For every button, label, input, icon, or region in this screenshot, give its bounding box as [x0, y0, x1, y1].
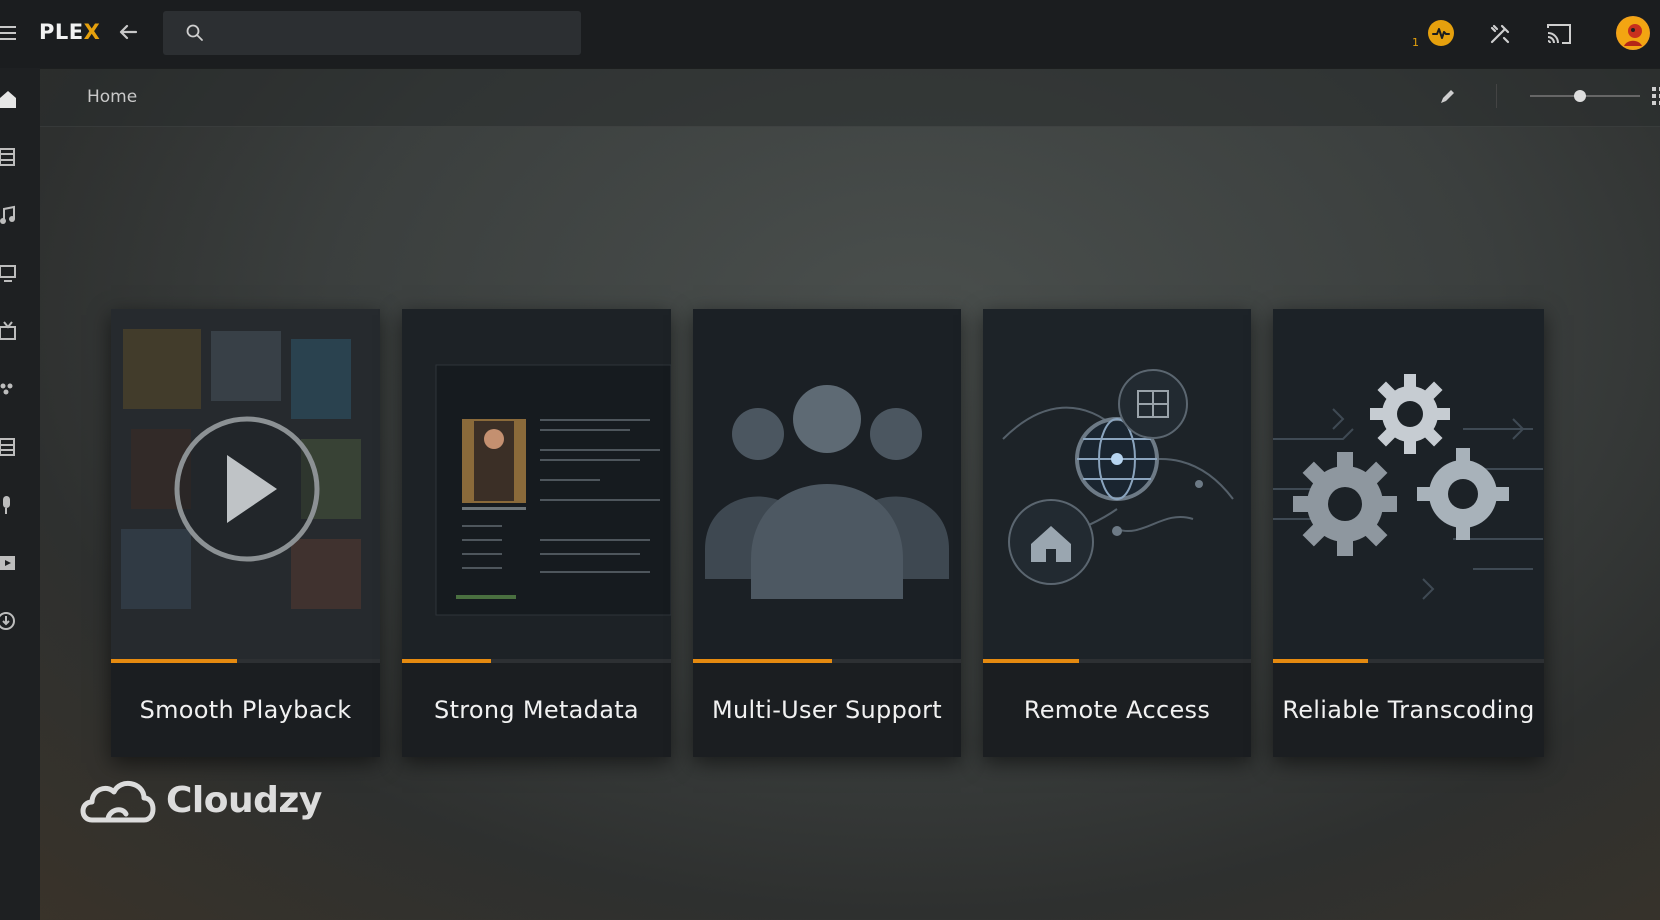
logo-text: PLE [39, 20, 84, 44]
network-globe-icon [983, 309, 1251, 659]
logo-accent: X [83, 20, 101, 44]
card-title: Multi-User Support [712, 696, 942, 724]
card-artwork [1273, 309, 1544, 659]
live-tv-icon[interactable] [0, 320, 22, 342]
user-avatar[interactable] [1616, 16, 1650, 50]
page-header: Home [40, 68, 1660, 127]
grid-view-icon[interactable] [1652, 87, 1660, 105]
brand-name: Cloudzy [166, 780, 322, 821]
cloud-icon [80, 781, 156, 823]
search-input[interactable] [215, 17, 569, 51]
cast-icon[interactable] [1544, 20, 1574, 56]
activity-count-badge: 1 [1412, 36, 1419, 49]
menu-icon[interactable] [0, 26, 16, 40]
back-arrow-icon[interactable] [116, 20, 140, 44]
card-title: Remote Access [1023, 696, 1211, 724]
plex-logo[interactable]: PLEX [39, 20, 100, 44]
edit-pencil-icon[interactable] [1438, 86, 1458, 106]
card-title: Strong Metadata [434, 696, 639, 724]
breadcrumb[interactable]: Home [87, 87, 137, 107]
search-icon [186, 24, 203, 41]
card-multi-user-support[interactable]: Multi-User Support [693, 309, 961, 757]
zoom-slider-handle[interactable] [1573, 90, 1586, 102]
movies-icon[interactable] [0, 146, 22, 168]
header-divider [1496, 84, 1497, 108]
zoom-slider[interactable] [1530, 90, 1640, 102]
card-artwork [402, 309, 671, 659]
music-icon[interactable] [0, 204, 22, 226]
metadata-screen-icon [402, 309, 671, 659]
play-icon [111, 309, 380, 659]
card-title: Smooth Playback [139, 696, 352, 724]
home-icon[interactable] [0, 88, 22, 110]
users-icon [693, 309, 961, 659]
videos-icon[interactable] [0, 552, 22, 574]
podcasts-icon[interactable] [0, 494, 22, 516]
playlists-icon[interactable] [0, 436, 22, 458]
downloads-icon[interactable] [0, 610, 22, 632]
card-artwork [111, 309, 380, 659]
card-artwork [693, 309, 961, 659]
settings-tools-icon[interactable] [1486, 20, 1514, 56]
card-artwork [983, 309, 1251, 659]
activity-icon[interactable] [1428, 20, 1454, 46]
card-strong-metadata[interactable]: Strong Metadata [402, 309, 671, 757]
card-remote-access[interactable]: Remote Access [983, 309, 1251, 757]
photos-icon[interactable] [0, 378, 22, 400]
sidebar [0, 68, 40, 920]
tv-icon[interactable] [0, 262, 22, 284]
card-reliable-transcoding[interactable]: Reliable Transcoding [1273, 309, 1544, 757]
card-smooth-playback[interactable]: Smooth Playback [111, 309, 380, 757]
top-bar: PLEX 1 [0, 0, 1660, 68]
card-title: Reliable Transcoding [1282, 696, 1535, 724]
gears-icon [1273, 309, 1544, 659]
search-bar[interactable] [163, 11, 581, 55]
